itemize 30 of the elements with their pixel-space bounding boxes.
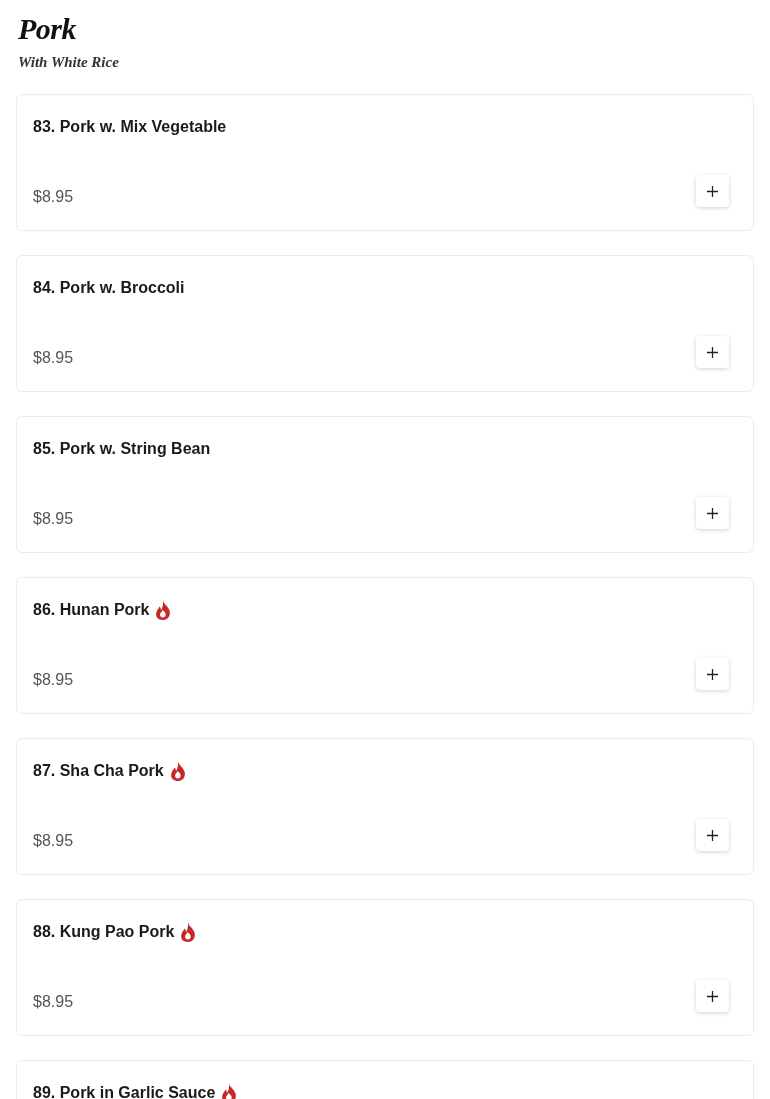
plus-icon	[707, 346, 718, 358]
add-button[interactable]	[696, 336, 729, 368]
add-button[interactable]	[696, 175, 729, 207]
item-price: $8.95	[33, 348, 74, 368]
item-name: 86. Hunan Pork	[33, 600, 150, 620]
plus-icon	[707, 668, 718, 680]
item-name: 85. Pork w. String Bean	[33, 439, 211, 459]
plus-icon	[707, 507, 718, 519]
item-name: 87. Sha Cha Pork	[33, 761, 164, 781]
item-name: 89. Pork in Garlic Sauce	[33, 1083, 216, 1099]
add-button[interactable]	[696, 819, 729, 851]
plus-icon	[707, 990, 718, 1002]
section-subtitle: With White Rice	[17, 53, 120, 72]
item-name: 84. Pork w. Broccoli	[33, 278, 185, 298]
add-button[interactable]	[696, 658, 729, 690]
item-price: $8.95	[33, 509, 74, 529]
item-price: $8.95	[33, 831, 74, 851]
flame-icon	[155, 600, 172, 620]
add-button[interactable]	[696, 497, 729, 529]
flame-icon	[169, 761, 186, 781]
section-title: Pork	[17, 12, 78, 46]
plus-icon	[707, 185, 718, 197]
item-name: 83. Pork w. Mix Vegetable	[33, 117, 227, 137]
flame-icon	[180, 922, 197, 942]
item-price: $8.95	[33, 187, 74, 207]
add-button[interactable]	[696, 980, 729, 1012]
plus-icon	[707, 829, 718, 841]
item-price: $8.95	[33, 992, 74, 1012]
item-name: 88. Kung Pao Pork	[33, 922, 175, 942]
item-price: $8.95	[33, 670, 74, 690]
